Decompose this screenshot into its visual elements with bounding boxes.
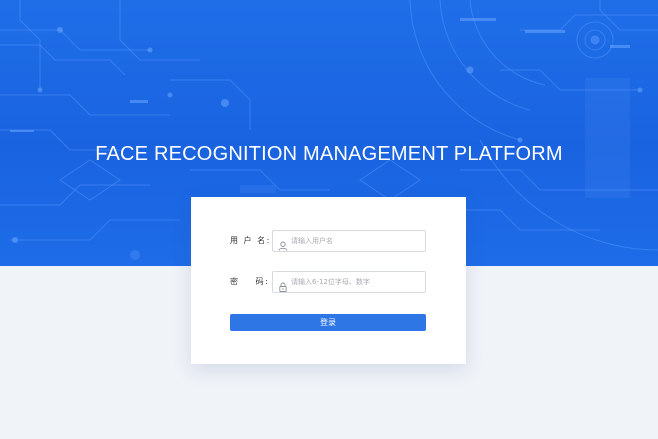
login-card: 用 户 名: 密 码: 登录 xyxy=(191,197,466,364)
username-row: 用 户 名: xyxy=(230,230,426,252)
username-field[interactable] xyxy=(272,230,426,252)
password-input[interactable] xyxy=(291,272,423,292)
password-field[interactable] xyxy=(272,271,426,293)
password-label: 密 码: xyxy=(230,277,270,286)
lock-icon xyxy=(278,277,288,292)
platform-title: FACE RECOGNITION MANAGEMENT PLATFORM xyxy=(95,143,563,165)
username-input[interactable] xyxy=(291,231,423,251)
user-icon xyxy=(278,236,288,251)
login-button[interactable]: 登录 xyxy=(230,314,426,331)
password-row: 密 码: xyxy=(230,271,426,293)
username-label: 用 户 名: xyxy=(230,236,271,245)
